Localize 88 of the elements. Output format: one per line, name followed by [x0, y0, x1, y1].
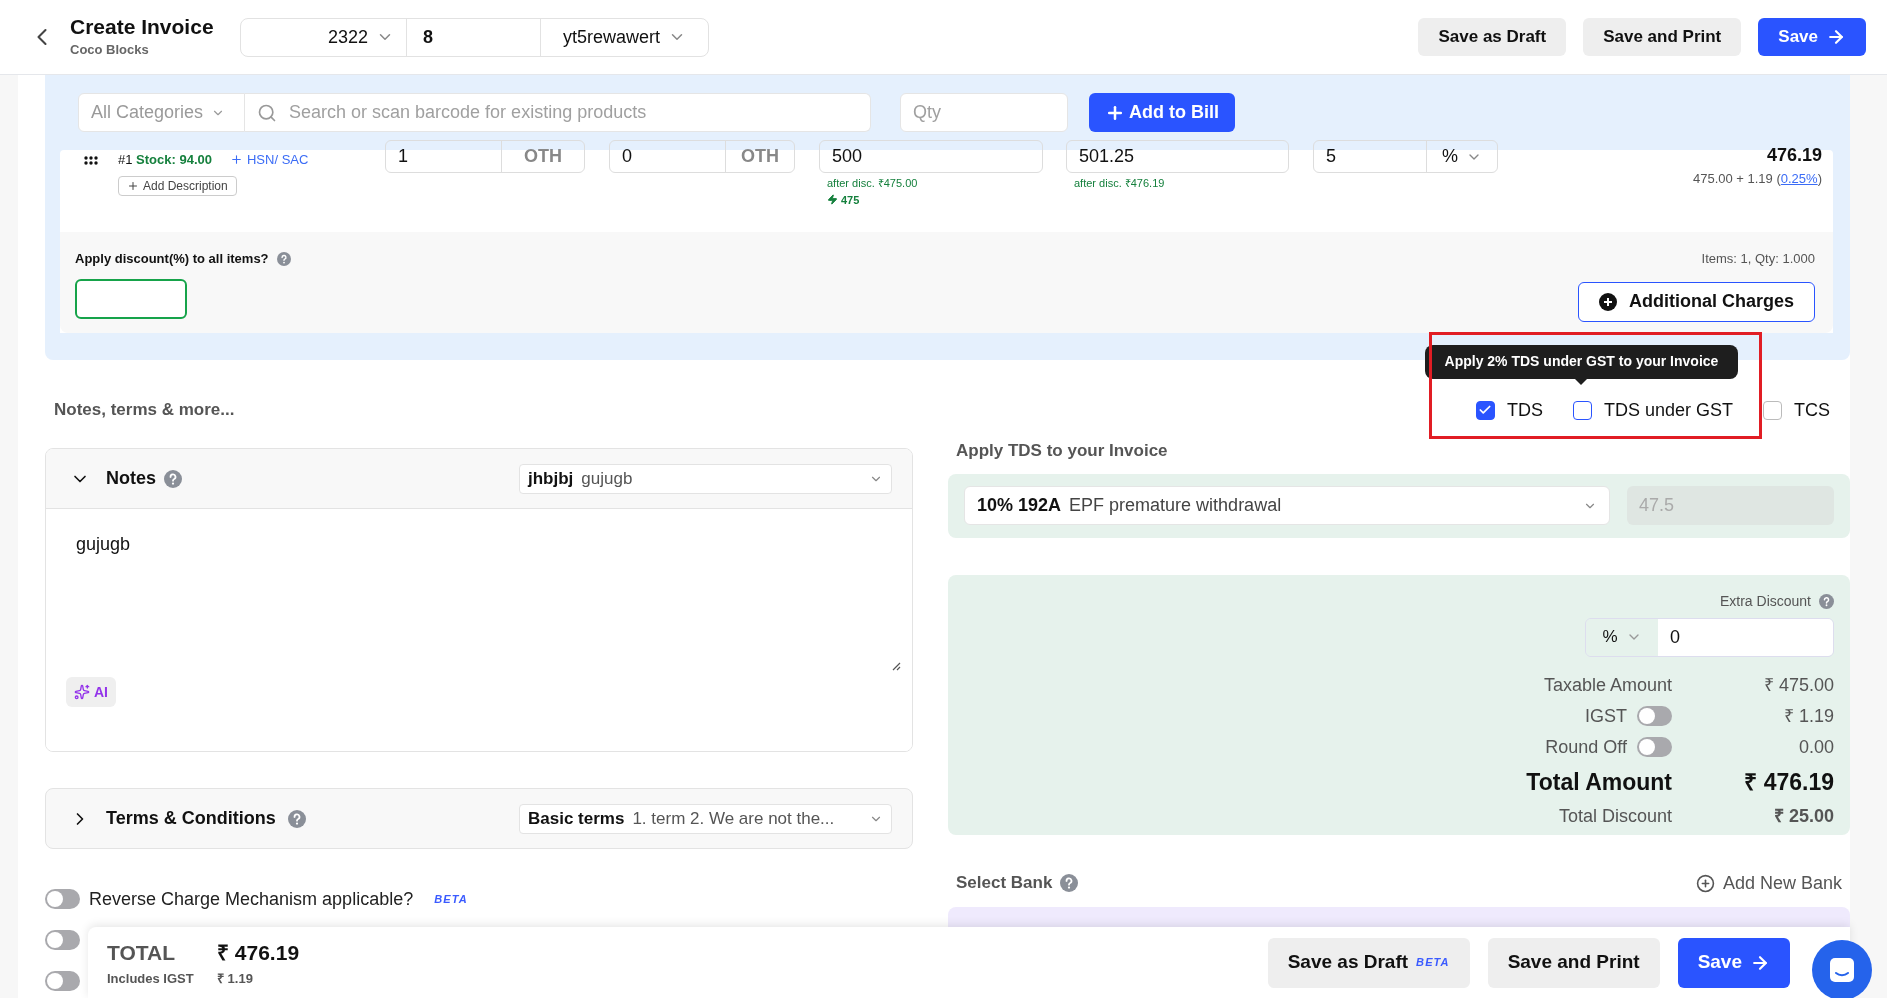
discount-all-label: Apply discount(%) to all items?: [75, 250, 269, 268]
tds-title: Apply TDS to your Invoice: [955, 440, 1169, 462]
action-button[interactable]: Save as Draft BETA: [1267, 937, 1470, 988]
summary-label: Round Off: [1545, 735, 1627, 759]
terms-title: Terms & Conditions: [106, 807, 276, 830]
qty-field[interactable]: 1: [386, 141, 502, 172]
summary-label: IGST: [1585, 704, 1627, 728]
help-icon: [287, 809, 306, 828]
drag-handle-icon[interactable]: [84, 156, 98, 165]
tax-label: Includes IGST: [107, 969, 195, 988]
bank-title: Select Bank: [956, 872, 1053, 895]
checkbox-label[interactable]: TCS: [1794, 396, 1830, 424]
product-search-field[interactable]: Search or scan barcode for existing products: [245, 93, 871, 132]
summary-value: ₹ 25.00: [1772, 805, 1834, 828]
save-button[interactable]: Save: [1677, 937, 1790, 988]
plus-circle-icon: [1599, 292, 1617, 311]
checkbox[interactable]: [1475, 400, 1495, 420]
plus-icon: [229, 153, 243, 167]
summary-label: Taxable Amount: [1543, 673, 1672, 697]
tax-value: ₹ 1.19: [217, 969, 254, 988]
page-title: Create Invoice: [70, 14, 215, 41]
tds-rate-select[interactable]: 10% 192A EPF premature withdrawal: [964, 486, 1610, 525]
stock-label: #1 Stock: 94.00: [118, 151, 212, 169]
checkbox-label[interactable]: TDS: [1506, 396, 1543, 424]
summary-label: Total Amount: [1526, 767, 1672, 797]
add-bank-button[interactable]: Add New Bank: [1695, 869, 1842, 897]
beta-label: BETA: [434, 891, 468, 907]
check-icon: [1478, 403, 1493, 417]
summary-label: Total Discount: [1558, 805, 1672, 828]
toggle-label: Reverse Charge Mechanism applicable?: [89, 887, 414, 911]
search-icon: [257, 103, 277, 123]
sparkles-icon: [74, 684, 90, 700]
items-summary: Items: 1, Qty: 1.000: [1701, 250, 1815, 268]
help-icon: [1819, 593, 1834, 609]
toggle-switch[interactable]: [45, 971, 80, 991]
add-description-button[interactable]: Add Description: [118, 175, 237, 196]
help-icon: [276, 251, 291, 266]
summary-value: ₹ 476.19: [1743, 767, 1834, 797]
toggle-switch[interactable]: [45, 889, 80, 909]
chat-icon: [1828, 956, 1856, 984]
unit-label: OTH: [740, 145, 780, 168]
checkbox[interactable]: [1572, 400, 1592, 420]
action-button[interactable]: Save and Print: [1583, 18, 1742, 56]
free-qty-field[interactable]: 0: [610, 141, 726, 172]
lightning-icon: [827, 194, 838, 206]
tax-rate-link[interactable]: 0.25%: [1780, 171, 1818, 186]
notes-title: Notes: [106, 467, 156, 490]
toggle-switch[interactable]: [45, 930, 80, 950]
action-button[interactable]: Save and Print: [1487, 937, 1660, 988]
after-discount-note: after disc. ₹476.19: [1073, 176, 1166, 191]
plus-icon: [127, 179, 139, 192]
tooltip: Apply 2% TDS under GST to your Invoice: [1424, 344, 1738, 385]
add-to-bill-button[interactable]: Add to Bill: [1089, 93, 1235, 132]
hsn-link[interactable]: HSN/ SAC: [229, 150, 309, 170]
action-button[interactable]: Save as Draft: [1418, 18, 1567, 56]
summary-value: 0.00: [1797, 735, 1834, 759]
save-button[interactable]: Save: [1758, 18, 1866, 56]
checkbox[interactable]: [1763, 400, 1782, 420]
summary-value: ₹ 1.19: [1782, 704, 1834, 728]
notes-text[interactable]: gujugb: [66, 531, 131, 558]
unit-label: OTH: [523, 145, 563, 168]
additional-charges-button[interactable]: Additional Charges: [1578, 281, 1815, 322]
notes-template-select[interactable]: jhbjbj gujugb: [519, 463, 892, 494]
discount-all-field[interactable]: [75, 278, 187, 319]
summary-value: ₹ 475.00: [1762, 673, 1834, 697]
section-title: Notes, terms & more...: [54, 399, 235, 422]
qty-field[interactable]: Qty: [900, 93, 1068, 132]
price-with-tax-field[interactable]: 501.25: [1066, 140, 1289, 173]
line-amount: 476.19: [1766, 144, 1822, 167]
amount-breakdown: 475.00 + 1.19 (0.25%): [1692, 170, 1822, 188]
ai-button[interactable]: AI: [66, 677, 116, 707]
after-discount-note: after disc. ₹475.00: [826, 176, 919, 191]
resize-handle-icon[interactable]: [892, 662, 901, 671]
company-name: Coco Blocks: [70, 41, 150, 60]
total-value: ₹ 476.19: [217, 940, 300, 966]
terms-template-select[interactable]: Basic terms 1. term 2. We are not the...: [519, 803, 892, 834]
help-icon: [164, 469, 182, 488]
total-label: TOTAL: [107, 940, 177, 966]
tds-amount-field: 47.5: [1627, 486, 1834, 525]
price-hint: 475: [819, 191, 1043, 208]
add-icon: [1695, 873, 1715, 893]
help-icon: [1060, 874, 1079, 892]
checkbox-label[interactable]: TDS under GST: [1603, 396, 1733, 424]
extra-discount-label: Extra Discount: [1719, 591, 1811, 611]
toggle-switch[interactable]: [1637, 737, 1672, 757]
unit-price-field[interactable]: 500: [819, 140, 1043, 173]
beta-label: BETA: [1416, 955, 1450, 971]
toggle-switch[interactable]: [1637, 706, 1672, 726]
